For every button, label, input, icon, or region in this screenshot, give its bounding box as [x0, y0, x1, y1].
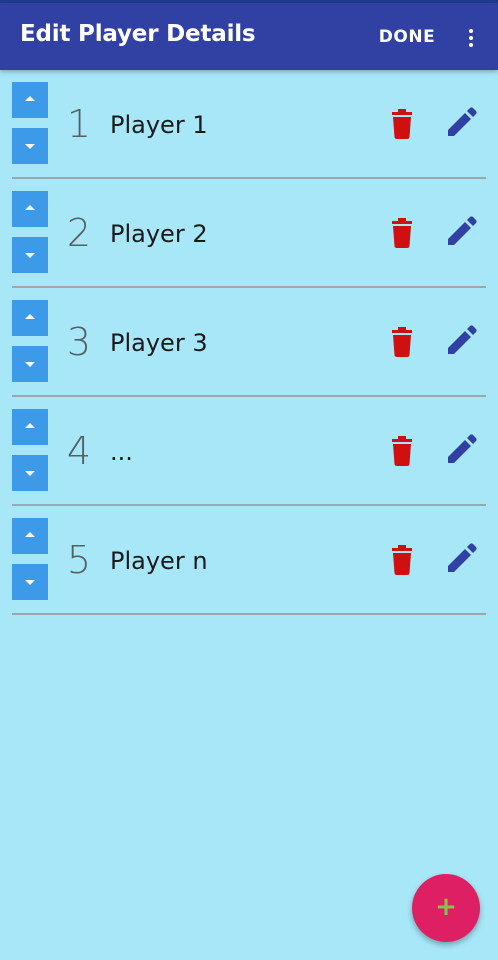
- pencil-icon: [448, 107, 477, 136]
- arrow-down-icon: [25, 471, 35, 476]
- delete-button[interactable]: [388, 435, 416, 467]
- move-up-button[interactable]: [12, 82, 48, 118]
- arrow-up-icon: [25, 314, 35, 319]
- move-up-button[interactable]: [12, 518, 48, 554]
- player-name: Player 3: [110, 329, 208, 357]
- trash-icon: [392, 545, 412, 575]
- move-up-button[interactable]: [12, 191, 48, 227]
- move-down-button[interactable]: [12, 128, 48, 164]
- trash-icon: [392, 109, 412, 139]
- trash-icon: [392, 436, 412, 466]
- add-icon: +: [435, 892, 457, 922]
- arrow-up-icon: [25, 532, 35, 537]
- trash-icon: [392, 218, 412, 248]
- player-name: ...: [110, 438, 133, 466]
- player-number: 1: [66, 102, 92, 146]
- arrow-up-icon: [25, 205, 35, 210]
- arrow-down-icon: [25, 362, 35, 367]
- move-down-button[interactable]: [12, 564, 48, 600]
- add-player-button[interactable]: +: [412, 874, 480, 942]
- arrow-down-icon: [25, 144, 35, 149]
- edit-button[interactable]: [444, 433, 478, 467]
- more-vert-icon[interactable]: [458, 17, 484, 57]
- player-name: Player 2: [110, 220, 208, 248]
- delete-button[interactable]: [388, 108, 416, 140]
- delete-button[interactable]: [388, 326, 416, 358]
- arrow-down-icon: [25, 580, 35, 585]
- arrow-up-icon: [25, 423, 35, 428]
- move-up-button[interactable]: [12, 409, 48, 445]
- edit-button[interactable]: [444, 215, 478, 249]
- player-name: Player 1: [110, 111, 208, 139]
- move-up-button[interactable]: [12, 300, 48, 336]
- app-bar: Edit Player Details DONE: [0, 3, 498, 70]
- player-number: 2: [66, 211, 92, 255]
- trash-icon: [392, 327, 412, 357]
- move-down-button[interactable]: [12, 237, 48, 273]
- player-row: 3 Player 3: [0, 288, 498, 397]
- player-row: 4 ...: [0, 397, 498, 506]
- player-row: 1 Player 1: [0, 70, 498, 179]
- delete-button[interactable]: [388, 217, 416, 249]
- edit-button[interactable]: [444, 106, 478, 140]
- edit-button[interactable]: [444, 324, 478, 358]
- pencil-icon: [448, 434, 477, 463]
- done-button[interactable]: DONE: [368, 17, 446, 57]
- pencil-icon: [448, 325, 477, 354]
- player-number: 5: [66, 538, 92, 582]
- arrow-down-icon: [25, 253, 35, 258]
- player-name: Player n: [110, 547, 208, 575]
- arrow-up-icon: [25, 96, 35, 101]
- pencil-icon: [448, 543, 477, 572]
- delete-button[interactable]: [388, 544, 416, 576]
- move-down-button[interactable]: [12, 346, 48, 382]
- move-down-button[interactable]: [12, 455, 48, 491]
- player-number: 3: [66, 320, 92, 364]
- pencil-icon: [448, 216, 477, 245]
- edit-button[interactable]: [444, 542, 478, 576]
- player-list: 1 Player 1 2 Player 2 3 Player 3 4 ... 5…: [0, 70, 498, 615]
- player-number: 4: [66, 429, 92, 473]
- page-title: Edit Player Details: [20, 21, 256, 47]
- player-row: 5 Player n: [0, 506, 498, 615]
- player-row: 2 Player 2: [0, 179, 498, 288]
